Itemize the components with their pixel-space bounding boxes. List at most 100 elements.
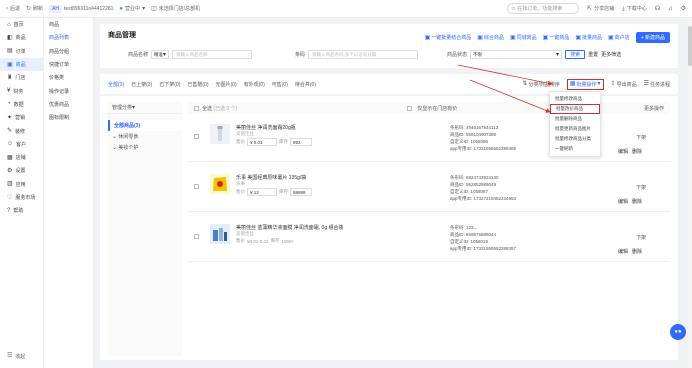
- row-checkbox[interactable]: [194, 134, 199, 139]
- status-toggle[interactable]: 下架: [636, 134, 646, 141]
- headset-icon[interactable]: ☊: [655, 6, 660, 12]
- reset-button[interactable]: 重置: [588, 51, 598, 58]
- nav-finance[interactable]: ¥ 财务: [0, 84, 43, 97]
- task-progress-link[interactable]: ☰ 任务进程: [644, 81, 670, 88]
- product-title[interactable]: 美丽佳丝 净润洗面霜20g瓶: [236, 124, 296, 131]
- batch-operation-dropdown[interactable]: ▦ 批量操作 ▾: [566, 78, 604, 90]
- tab-sold-out[interactable]: 已售罄(0): [187, 81, 208, 88]
- menu-batch-delete[interactable]: 批量删除商品: [550, 114, 600, 124]
- delete-link[interactable]: 删除: [632, 248, 642, 255]
- price-stock-row: 售价 ¥ 12 库存 99999: [236, 188, 312, 196]
- delete-link[interactable]: 删除: [632, 148, 642, 155]
- menu-batch-edit[interactable]: 批量修改商品: [550, 94, 600, 104]
- nav-home[interactable]: ⌂ 首页: [0, 18, 43, 31]
- batch-goods-link[interactable]: ▣ 批量商品: [575, 34, 602, 42]
- nav-goods[interactable]: ◧ 商品: [0, 31, 43, 44]
- refresh-button[interactable]: ↻ 刷新: [26, 5, 43, 13]
- menu-batch-update-images[interactable]: 批量更新商品图片: [550, 124, 600, 134]
- nav-orders[interactable]: ▤ 订单: [0, 45, 43, 58]
- name-search-input[interactable]: 请输入商品名称: [172, 50, 253, 59]
- share-store-button[interactable]: ⇱ 分享店铺: [587, 5, 614, 13]
- subnav-goods-group[interactable]: 商品分组: [44, 45, 93, 58]
- subnav-icon-limit[interactable]: 图标限制: [44, 111, 93, 124]
- category-snacks[interactable]: ⌄ 休闲零食: [108, 131, 182, 142]
- global-search-input[interactable]: ⌕ 在找订单、功能搜索: [507, 3, 580, 14]
- edit-link[interactable]: 编辑: [618, 148, 628, 155]
- menu-refresh[interactable]: 一键刷新: [550, 144, 600, 154]
- tab-all[interactable]: 全部(3): [108, 81, 124, 88]
- nav-settings[interactable]: ⚙ 设置: [0, 164, 43, 177]
- subnav-price[interactable]: 价格类: [44, 71, 93, 84]
- tab-appearance[interactable]: 有外观(0): [244, 81, 265, 88]
- nav-apps[interactable]: ▥ 应用: [0, 178, 43, 191]
- combo-goods-link[interactable]: ▣ 综合商品: [477, 34, 504, 42]
- nav-service-market[interactable]: ♡ 服务市场: [0, 191, 43, 204]
- channel-selector[interactable]: ◫ 未选择门店/总部机: [151, 5, 200, 13]
- subnav-discount-goods[interactable]: 优惠商品: [44, 98, 93, 111]
- nav-decoration[interactable]: ✎ 装修: [0, 124, 43, 137]
- stock-input[interactable]: 992: [290, 138, 312, 146]
- nav-shop[interactable]: ▦ 店铺: [0, 151, 43, 164]
- download-center-button[interactable]: ⤓ 下载中心: [622, 5, 647, 13]
- status-toggle[interactable]: 下架: [636, 184, 646, 191]
- subnav-quick-order[interactable]: 快捷订单: [44, 58, 93, 71]
- sort-goods-link[interactable]: ⇅ 分类/商品排序: [522, 81, 559, 88]
- page-scrollbar[interactable]: [688, 18, 692, 368]
- name-match-select[interactable]: 精准 ▾: [151, 50, 170, 59]
- local-goods-link[interactable]: ▣ 同城商品: [510, 34, 537, 42]
- more-filters-button[interactable]: 更多筛选: [601, 51, 621, 58]
- status-toggle[interactable]: 下架: [636, 234, 646, 241]
- store-switcher[interactable]: AH test896311o44412281: [49, 4, 113, 13]
- edit-link[interactable]: 编辑: [618, 248, 628, 255]
- menu-batch-price[interactable]: 批量改价商品: [550, 104, 600, 114]
- only-store-price-toggle[interactable]: 仅显示在门店有价: [407, 105, 457, 112]
- more-operations-header[interactable]: 更多操作: [644, 105, 664, 112]
- nav-stores[interactable]: ♜ 门店: [0, 71, 43, 84]
- status-select[interactable]: 不限 ▾: [470, 50, 563, 59]
- product-ids: 条形码: 123... 商品ID: 659575889044 自定义ID: 10…: [450, 225, 517, 251]
- delete-link[interactable]: 删除: [632, 198, 642, 205]
- nav-products[interactable]: ▣ 商品: [0, 57, 43, 72]
- export-goods-link[interactable]: ⇪ 导出商品: [611, 81, 637, 88]
- tab-on-shelf[interactable]: 已上架(3): [131, 81, 152, 88]
- settings-icon[interactable]: ⚙: [681, 6, 686, 12]
- row-checkbox[interactable]: [194, 234, 199, 239]
- search-button[interactable]: 搜索: [565, 50, 586, 59]
- select-all-checkbox[interactable]: [194, 105, 199, 111]
- collapse-sidebar-button[interactable]: ☰ 收起: [7, 353, 25, 360]
- merge-goods-link[interactable]: ▣ 一键批量结合商品: [425, 34, 472, 42]
- tab-pending-merge[interactable]: 待合并(0): [295, 81, 316, 88]
- subnav-goods[interactable]: 商品: [44, 18, 93, 31]
- page-scroll-thumb[interactable]: [688, 26, 692, 66]
- price-input[interactable]: ¥ 0.01: [247, 138, 277, 146]
- edit-link[interactable]: 编辑: [618, 198, 628, 205]
- price-input[interactable]: ¥ 12: [247, 188, 277, 196]
- tab-off-shelf[interactable]: 已下架(0): [159, 81, 180, 88]
- nav-data[interactable]: ◔ 数据: [0, 98, 43, 111]
- nav-help[interactable]: ? 帮助: [0, 204, 43, 217]
- subnav-goods-list[interactable]: 商品列表: [44, 31, 93, 44]
- store-status[interactable]: ● 营业中 ▾: [119, 5, 145, 13]
- only-store-price-checkbox[interactable]: [407, 105, 413, 111]
- subnav-operation-log[interactable]: 操作记录: [44, 84, 93, 97]
- back-button[interactable]: ‹ 后退: [6, 5, 20, 13]
- tab-sellable[interactable]: 可售(0): [272, 81, 288, 88]
- row-checkbox[interactable]: [194, 184, 199, 189]
- category-all[interactable]: 全部商品(3): [108, 120, 182, 131]
- code-search-input[interactable]: 请输入商品条码,多个以逗号分隔: [308, 50, 419, 59]
- bell-icon[interactable]: ♫: [668, 6, 673, 12]
- category-beauty[interactable]: ⌄ 美妆个护: [108, 142, 182, 153]
- chat-bubble-icon[interactable]: ●●: [670, 324, 686, 340]
- select-all-label: 全选: [202, 105, 213, 112]
- category-header[interactable]: 管理分类 ▾: [108, 102, 182, 114]
- tab-no-image[interactable]: 无图片(0): [216, 81, 237, 88]
- stock-input[interactable]: 99999: [290, 188, 312, 196]
- nav-customers[interactable]: ☺ 客户: [0, 138, 43, 151]
- product-title[interactable]: 美丽佳丝 蓝藻精华液面膜 净润洗面霜, 0g 组合装: [236, 224, 344, 231]
- merchant-store-link[interactable]: ▣ 商户店: [608, 34, 630, 42]
- new-goods-button[interactable]: + 新建商品: [635, 32, 670, 43]
- nav-marketing[interactable]: ✦ 营销: [0, 111, 43, 124]
- menu-batch-category[interactable]: 批量修改商品分类: [550, 134, 600, 144]
- one-click-goods-link[interactable]: ▣ 一键商品: [543, 34, 570, 42]
- product-title[interactable]: 乐事 美国经典原味薯片 135g/袋: [236, 174, 306, 181]
